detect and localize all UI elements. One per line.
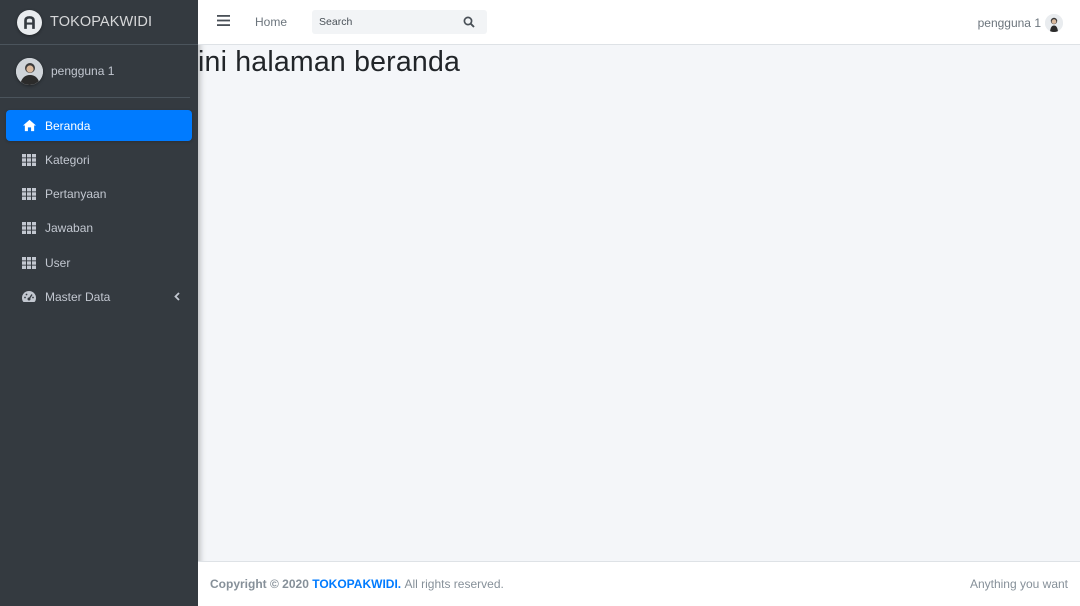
grid-icon	[21, 152, 37, 168]
search-icon[interactable]	[457, 10, 481, 34]
dashboard-icon	[21, 289, 37, 305]
topbar-user-name: pengguna 1	[977, 15, 1041, 30]
sidebar-user-name[interactable]: pengguna 1	[51, 64, 114, 78]
sidebar-nav: Beranda Kategori Pertanyaan Jawaban User	[0, 98, 198, 312]
sidebar-item-label: Master Data	[45, 289, 111, 304]
footer-rights: All rights reserved.	[404, 577, 504, 591]
search-input[interactable]	[312, 16, 458, 28]
brand-text: TOKOPAKWIDI	[50, 14, 153, 30]
sidebar-item-jawaban[interactable]: Jawaban	[6, 213, 192, 244]
sidebar-item-label: User	[45, 255, 71, 270]
nav-home-link[interactable]: Home	[255, 15, 287, 29]
sidebar-item-user[interactable]: User	[6, 247, 192, 278]
sidebar-item-beranda[interactable]: Beranda	[6, 110, 192, 141]
sidebar-item-label: Kategori	[45, 152, 90, 167]
topbar-user-menu[interactable]: pengguna 1	[978, 0, 1063, 45]
brand-link[interactable]: TOKOPAKWIDI	[0, 0, 198, 45]
topbar-avatar	[1045, 13, 1063, 32]
sidebar-item-pertanyaan[interactable]: Pertanyaan	[6, 179, 192, 210]
footer-brand-link[interactable]: TOKOPAKWIDI.	[312, 577, 401, 591]
sidebar-item-label: Beranda	[45, 118, 91, 133]
grid-icon	[21, 186, 37, 202]
main-sidebar: TOKOPAKWIDI pengguna 1 Beranda Kategori	[0, 0, 198, 606]
footer-right-text: Anything you want	[969, 577, 1068, 591]
sidebar-item-label: Pertanyaan	[45, 187, 107, 202]
sidebar-item-master-data[interactable]: Master Data	[6, 281, 192, 312]
grid-icon	[21, 255, 37, 271]
search-form	[312, 10, 488, 34]
user-avatar	[16, 57, 43, 85]
user-panel[interactable]: pengguna 1	[0, 45, 190, 98]
main-footer: Copyright © 2020 TOKOPAKWIDI. All rights…	[198, 561, 1080, 606]
footer-copyright: Copyright © 2020	[210, 577, 309, 591]
sidebar-item-kategori[interactable]: Kategori	[6, 144, 192, 175]
page-title: ini halaman beranda	[198, 46, 461, 78]
home-icon	[21, 118, 37, 134]
sidebar-item-label: Jawaban	[45, 221, 94, 236]
brand-logo-icon	[17, 9, 42, 35]
menu-toggle-icon[interactable]	[217, 13, 231, 31]
grid-icon	[21, 220, 37, 236]
top-navbar: Home pengguna 1	[198, 0, 1080, 45]
chevron-left-icon	[174, 290, 180, 304]
